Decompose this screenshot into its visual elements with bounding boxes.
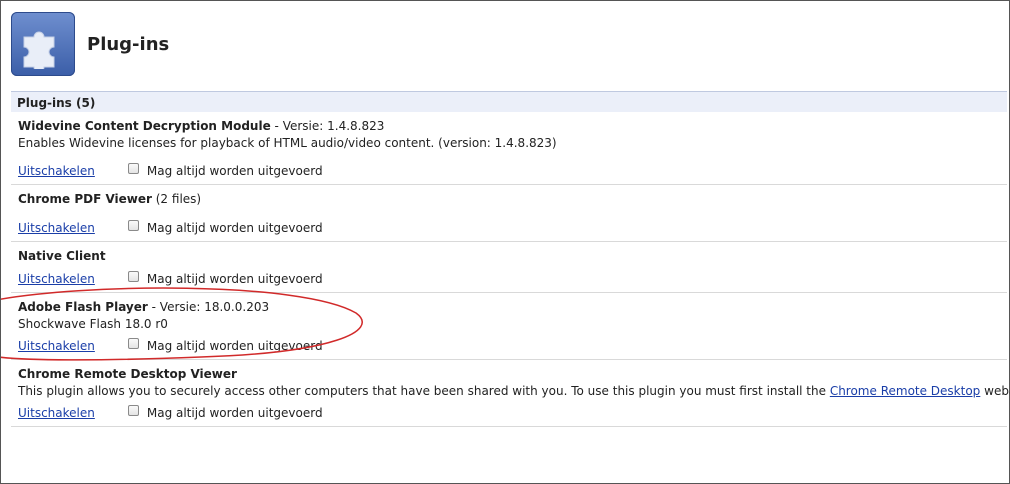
always-allowed-checkbox[interactable] <box>127 270 139 282</box>
always-allowed-checkbox[interactable] <box>127 337 139 349</box>
plugin-name: Chrome PDF Viewer <box>18 192 152 206</box>
chrome-remote-desktop-link[interactable]: Chrome Remote Desktop <box>830 384 981 398</box>
plugin-description: Enables Widevine licenses for playback o… <box>18 136 557 150</box>
plugin-version: - Versie: 1.4.8.823 <box>270 119 385 133</box>
always-allowed-label: Mag altijd worden uitgevoerd <box>146 339 323 353</box>
always-allowed-label: Mag altijd worden uitgevoerd <box>146 164 323 178</box>
plugin-item-widevine: Widevine Content Decryption Module - Ver… <box>11 112 1007 185</box>
plugin-name: Adobe Flash Player <box>18 300 148 314</box>
page-header: Plug-ins <box>11 11 169 77</box>
plugin-name: Native Client <box>18 249 106 263</box>
always-allowed-checkbox[interactable] <box>127 219 139 231</box>
plugin-description-text-end: webapp. <box>984 384 1010 398</box>
plugin-description-text: This plugin allows you to securely acces… <box>18 384 830 398</box>
plugin-description: This plugin allows you to securely acces… <box>18 384 1010 398</box>
plugin-item-remote-desktop: Chrome Remote Desktop Viewer This plugin… <box>11 360 1010 427</box>
always-allowed-checkbox[interactable] <box>127 404 139 416</box>
section-header: Plug-ins (5) <box>11 91 1007 112</box>
plugin-actions: Uitschakelen Mag altijd worden uitgevoer… <box>18 162 323 178</box>
plugin-name: Chrome Remote Desktop Viewer <box>18 367 237 381</box>
plugin-item-native-client: Native Client Uitschakelen Mag altijd wo… <box>11 242 1007 293</box>
always-allowed-label: Mag altijd worden uitgevoerd <box>146 221 323 235</box>
puzzle-piece-icon <box>11 12 75 76</box>
plugin-description: Shockwave Flash 18.0 r0 <box>18 317 168 331</box>
plugin-name: Widevine Content Decryption Module <box>18 119 271 133</box>
disable-link[interactable]: Uitschakelen <box>18 339 95 353</box>
disable-link[interactable]: Uitschakelen <box>18 221 95 235</box>
plugin-actions: Uitschakelen Mag altijd worden uitgevoer… <box>18 337 323 353</box>
always-allowed-label: Mag altijd worden uitgevoerd <box>146 272 323 286</box>
disable-link[interactable]: Uitschakelen <box>18 406 95 420</box>
plugin-version: (2 files) <box>151 192 202 206</box>
always-allowed-checkbox[interactable] <box>127 162 139 174</box>
plugins-page: Plug-ins Plug-ins (5) Widevine Content D… <box>0 0 1010 484</box>
plugin-actions: Uitschakelen Mag altijd worden uitgevoer… <box>18 270 323 286</box>
plugin-actions: Uitschakelen Mag altijd worden uitgevoer… <box>18 219 323 235</box>
plugin-actions: Uitschakelen Mag altijd worden uitgevoer… <box>18 404 323 420</box>
plugin-item-flash-player: Adobe Flash Player - Versie: 18.0.0.203 … <box>11 293 1007 360</box>
page-title: Plug-ins <box>87 33 170 55</box>
plugin-version: - Versie: 18.0.0.203 <box>147 300 270 314</box>
plugin-item-pdf-viewer: Chrome PDF Viewer (2 files) Uitschakelen… <box>11 185 1007 242</box>
always-allowed-label: Mag altijd worden uitgevoerd <box>146 406 323 420</box>
disable-link[interactable]: Uitschakelen <box>18 164 95 178</box>
disable-link[interactable]: Uitschakelen <box>18 272 95 286</box>
